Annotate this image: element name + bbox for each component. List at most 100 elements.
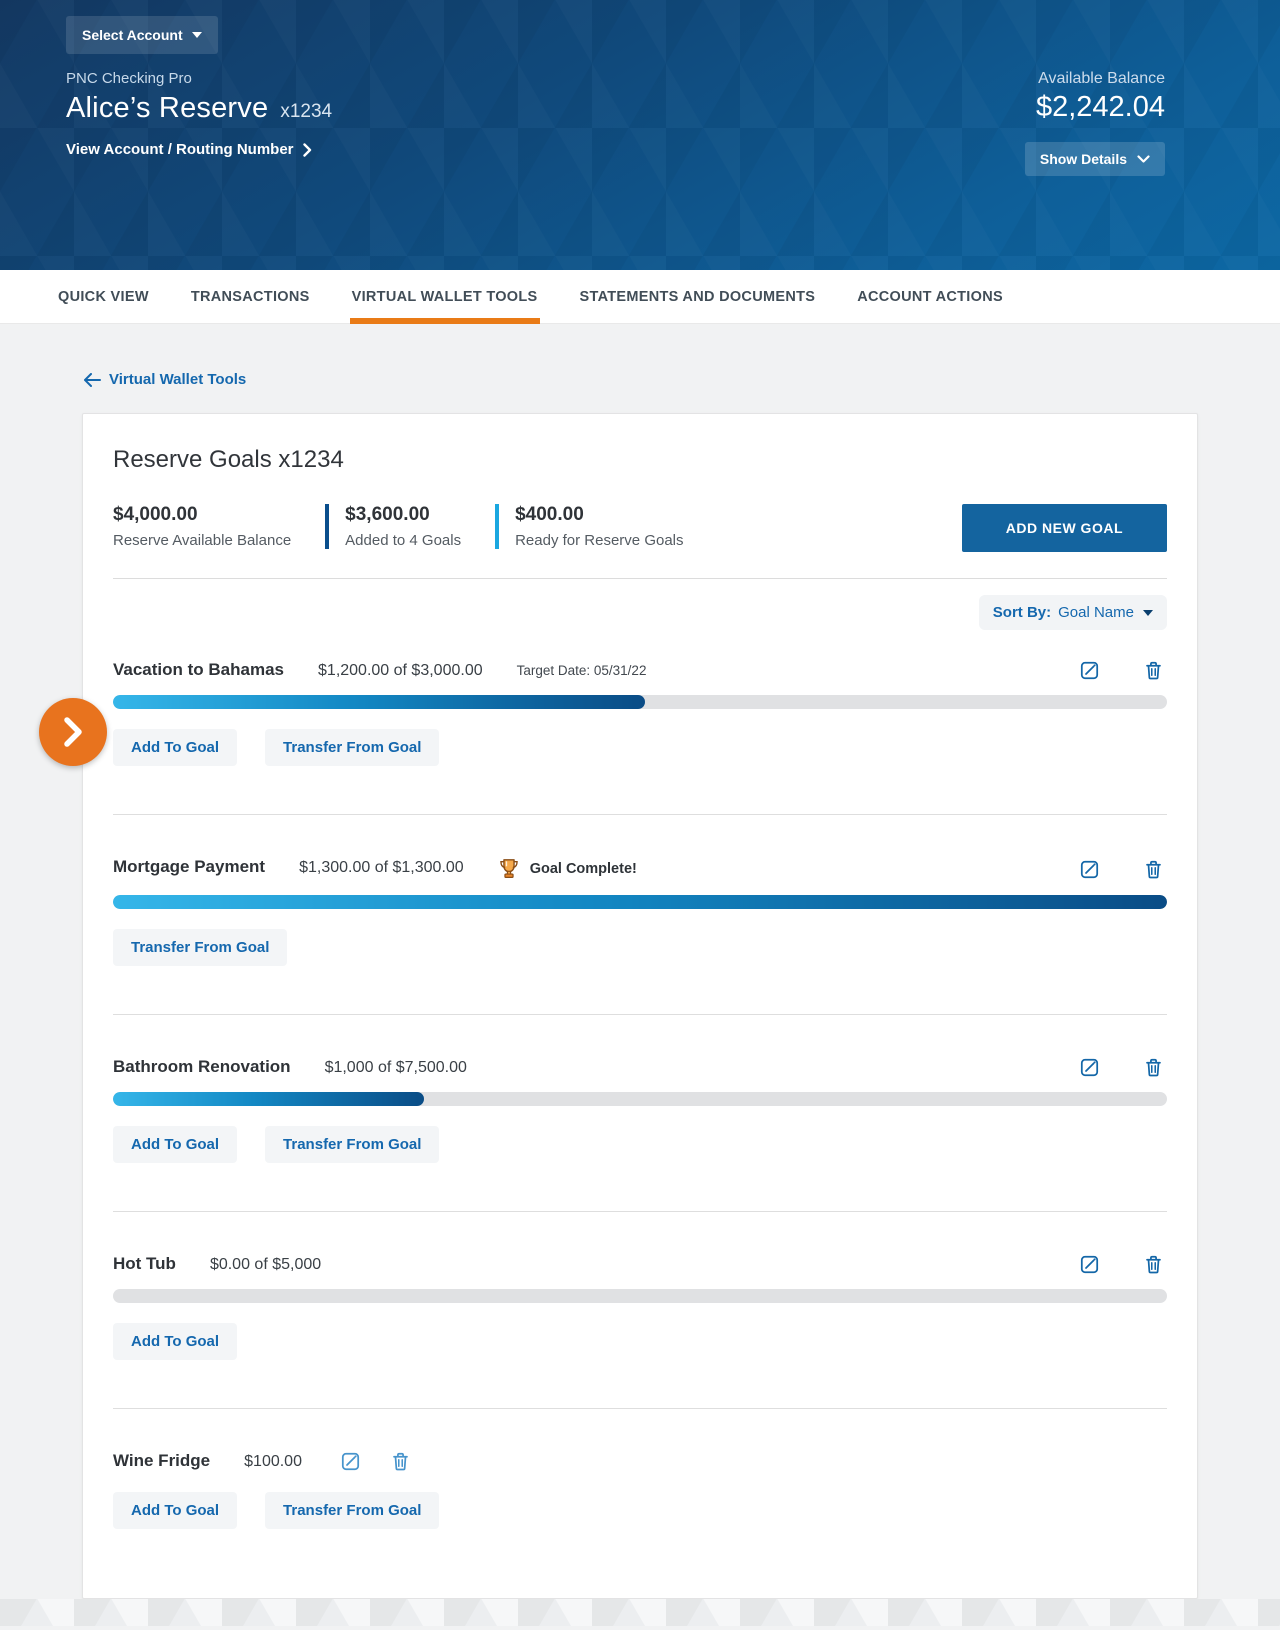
edit-goal-button[interactable] <box>1079 1254 1100 1275</box>
goal-progress-fill <box>113 695 646 709</box>
goal-row-wine-fridge: Wine Fridge $100.00 Add To Goal Transfer… <box>113 1409 1167 1539</box>
goal-progress-fill <box>113 895 1167 909</box>
chevron-down-icon <box>1137 155 1150 163</box>
delete-goal-button[interactable] <box>1144 660 1163 681</box>
edit-goal-button[interactable] <box>1079 660 1100 681</box>
arrow-left-icon <box>84 372 101 387</box>
goal-amount: $0.00 of $5,000 <box>209 1256 322 1273</box>
goal-amount: $100.00 <box>244 1453 302 1470</box>
goal-inline-icons <box>340 1451 410 1472</box>
edit-icon <box>1080 661 1099 680</box>
goal-name: Vacation to Bahamas <box>113 660 285 679</box>
reserve-goals-card: Reserve Goals x1234 $4,000.00 Reserve Av… <box>82 413 1198 1599</box>
view-account-routing-link[interactable]: View Account / Routing Number <box>66 141 312 158</box>
goal-row-icons <box>1079 859 1167 880</box>
transfer-from-goal-button[interactable]: Transfer From Goal <box>265 729 440 766</box>
goal-actions: Transfer From Goal <box>113 929 1167 966</box>
account-header: Select Account PNC Checking Pro Alice’s … <box>0 0 1280 270</box>
tab-label: TRANSACTIONS <box>190 289 310 305</box>
available-balance-value: $2,242.04 <box>1035 91 1165 123</box>
tab-virtual-wallet-tools[interactable]: VIRTUAL WALLET TOOLS <box>349 270 540 324</box>
account-type-label: PNC Checking Pro <box>66 70 192 87</box>
account-name-row: Alice’s Reserve x1234 <box>66 92 332 125</box>
add-to-goal-button[interactable]: Add To Goal <box>113 1323 238 1360</box>
delete-goal-button[interactable] <box>1144 1057 1163 1078</box>
goal-actions: Add To Goal Transfer From Goal <box>113 729 1167 766</box>
trash-icon <box>393 1452 408 1471</box>
caret-down-icon <box>1143 609 1153 616</box>
tab-account-actions[interactable]: ACCOUNT ACTIONS <box>855 270 1005 324</box>
goal-amount: $1,300.00 of $1,300.00 <box>299 859 464 876</box>
goal-name: Wine Fridge <box>113 1451 211 1470</box>
goal-row-bathroom-renovation: Bathroom Renovation $1,000 of $7,500.00 <box>113 1015 1167 1212</box>
goal-target-date: Target Date: 05/31/22 <box>516 663 647 678</box>
tab-label: ACCOUNT ACTIONS <box>857 289 1003 305</box>
trash-icon <box>1146 661 1161 680</box>
stat-label: Ready for Reserve Goals <box>515 532 684 549</box>
edit-icon <box>1080 860 1099 878</box>
delete-goal-button[interactable] <box>1144 1254 1163 1275</box>
edit-goal-button[interactable] <box>340 1451 361 1472</box>
goal-header: Wine Fridge $100.00 <box>113 1451 1167 1472</box>
goal-row-icons <box>1079 1057 1167 1078</box>
select-account-dropdown[interactable]: Select Account <box>66 16 218 54</box>
add-to-goal-button[interactable]: Add To Goal <box>113 729 238 766</box>
show-details-button[interactable]: Show Details <box>1024 142 1165 176</box>
trash-icon <box>1146 1255 1161 1274</box>
tab-transactions[interactable]: TRANSACTIONS <box>189 270 312 324</box>
sort-by-label: Sort By: <box>992 604 1052 621</box>
trash-icon <box>1146 1058 1161 1077</box>
sort-by-dropdown[interactable]: Sort By: Goal Name <box>978 595 1167 630</box>
main-content: Virtual Wallet Tools Reserve Goals x1234… <box>0 324 1280 1626</box>
edit-goal-button[interactable] <box>1079 859 1100 880</box>
goal-complete-badge: Goal Complete! <box>498 857 637 881</box>
transfer-from-goal-button[interactable]: Transfer From Goal <box>265 1126 440 1163</box>
add-to-goal-button[interactable]: Add To Goal <box>113 1492 238 1529</box>
back-to-virtual-wallet-tools-link[interactable]: Virtual Wallet Tools <box>83 371 246 388</box>
add-new-goal-button[interactable]: ADD NEW GOAL <box>961 504 1167 552</box>
transfer-from-goal-button[interactable]: Transfer From Goal <box>265 1492 440 1529</box>
select-account-label: Select Account <box>82 27 183 43</box>
chevron-right-icon <box>64 717 82 747</box>
stat-label: Reserve Available Balance <box>113 532 292 549</box>
goal-row-icons <box>1079 660 1167 681</box>
page: Select Account PNC Checking Pro Alice’s … <box>0 0 1280 1630</box>
goal-progress-fill <box>113 1092 424 1106</box>
delete-goal-button[interactable] <box>391 1451 410 1472</box>
add-to-goal-button[interactable]: Add To Goal <box>113 1126 238 1163</box>
tab-label: QUICK VIEW <box>58 289 149 305</box>
goal-header: Bathroom Renovation $1,000 of $7,500.00 <box>113 1057 1167 1078</box>
tab-statements-and-documents[interactable]: STATEMENTS AND DOCUMENTS <box>578 270 818 324</box>
sort-row: Sort By: Goal Name <box>113 595 1167 630</box>
summary-stat-ready-for-reserve-goals: $400.00 Ready for Reserve Goals <box>495 504 717 549</box>
goal-progress-bar <box>113 1289 1167 1303</box>
goals-summary-row: $4,000.00 Reserve Available Balance $3,6… <box>113 504 1167 552</box>
edit-icon <box>1080 1255 1099 1274</box>
stat-label: Added to 4 Goals <box>345 532 462 549</box>
caret-down-icon <box>191 32 202 38</box>
goal-actions: Add To Goal Transfer From Goal <box>113 1492 1167 1529</box>
tab-label: STATEMENTS AND DOCUMENTS <box>579 289 816 305</box>
stat-value: $400.00 <box>515 504 584 525</box>
goal-header: Mortgage Payment $1,300.00 of $1,300.00 … <box>113 857 1167 881</box>
goal-row-icons <box>1079 1254 1167 1275</box>
goal-amount: $1,000 of $7,500.00 <box>324 1059 467 1076</box>
goal-actions: Add To Goal Transfer From Goal <box>113 1126 1167 1163</box>
transfer-from-goal-button[interactable]: Transfer From Goal <box>113 929 288 966</box>
trash-icon <box>1146 860 1161 878</box>
delete-goal-button[interactable] <box>1144 859 1163 880</box>
sort-by-value: Goal Name <box>1058 604 1134 621</box>
summary-stat-reserve-available-balance: $4,000.00 Reserve Available Balance <box>113 504 325 549</box>
stat-value: $4,000.00 <box>113 504 198 525</box>
goal-header: Hot Tub $0.00 of $5,000 <box>113 1254 1167 1275</box>
goal-complete-label: Goal Complete! <box>529 861 637 877</box>
goals-list: Vacation to Bahamas $1,200.00 of $3,000.… <box>113 632 1167 1539</box>
goal-actions: Add To Goal <box>113 1323 1167 1360</box>
expand-side-panel-button[interactable] <box>39 698 107 766</box>
edit-goal-button[interactable] <box>1079 1057 1100 1078</box>
card-title: Reserve Goals x1234 <box>113 446 344 473</box>
goal-progress-bar <box>113 895 1167 909</box>
goal-row-hot-tub: Hot Tub $0.00 of $5,000 Add To Goal <box>113 1212 1167 1409</box>
tab-label: VIRTUAL WALLET TOOLS <box>351 289 538 305</box>
tab-quick-view[interactable]: QUICK VIEW <box>56 270 151 324</box>
